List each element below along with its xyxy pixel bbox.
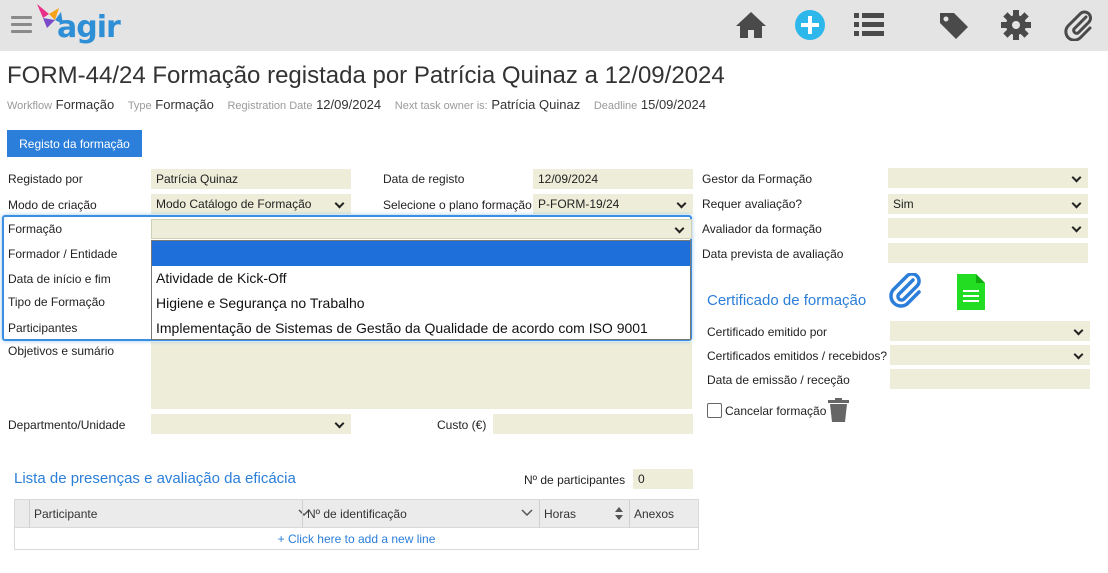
sort-icon — [615, 507, 623, 520]
chevron-down-icon — [521, 509, 533, 517]
document-icon[interactable] — [957, 274, 985, 310]
custo-label: Custo (€) — [437, 418, 487, 432]
num-participantes-label: Nº de participantes — [524, 473, 626, 487]
table-header: Participante Nº de identificação Horas A… — [15, 500, 698, 528]
top-bar: agir — [0, 0, 1108, 51]
requer-avaliacao-label: Requer avaliação? — [702, 197, 803, 211]
regdate-value: 12/09/2024 — [316, 97, 382, 112]
formacao-option[interactable] — [152, 241, 690, 266]
cancelar-formacao-label: Cancelar formação — [725, 404, 827, 418]
formacao-options-list: Atividade de Kick-Off Higiene e Seguranç… — [151, 240, 691, 340]
modo-criacao-select[interactable]: Modo Catálogo de Formação — [151, 194, 351, 214]
data-prevista-field[interactable] — [888, 243, 1088, 263]
data-registo-field[interactable]: 12/09/2024 — [533, 169, 693, 189]
objetivos-label: Objetivos e sumário — [8, 344, 115, 358]
requer-avaliacao-select[interactable]: Sim — [888, 194, 1088, 214]
data-prevista-label: Data prevista de avaliação — [702, 247, 844, 261]
certificados-emitidos-select[interactable] — [890, 345, 1090, 365]
presencas-title: Lista de presenças e avaliação da eficác… — [14, 470, 296, 487]
tab-registo-formacao[interactable]: Registo da formação — [7, 130, 142, 157]
data-emissao-field[interactable] — [890, 369, 1090, 389]
add-icon[interactable] — [793, 9, 827, 41]
deadline-label: Deadline — [593, 100, 638, 112]
paperclip-icon[interactable] — [1062, 9, 1096, 41]
paperclip-icon[interactable] — [887, 273, 923, 311]
home-icon[interactable] — [734, 9, 768, 41]
formacao-option[interactable]: Higiene e Segurança no Trabalho — [152, 291, 690, 316]
record-meta: Workflow Formação Type Formação Registra… — [7, 97, 716, 112]
data-registo-label: Data de registo — [383, 172, 465, 186]
formacao-option[interactable]: Atividade de Kick-Off — [152, 266, 690, 291]
registado-por-label: Registado por — [8, 172, 83, 186]
plano-formacao-label: Selecione o plano formação — [383, 198, 532, 212]
type-value: Formação — [155, 97, 214, 112]
custo-field[interactable] — [493, 414, 693, 434]
formacao-select[interactable] — [151, 219, 692, 239]
formacao-option[interactable]: Implementação de Sistemas de Gestão da Q… — [152, 316, 690, 341]
add-new-line-link[interactable]: + Click here to add a new line — [15, 528, 698, 550]
app-logo[interactable]: agir — [37, 4, 127, 46]
workflow-label: Workflow — [7, 100, 53, 112]
type-label: Type — [127, 100, 152, 112]
avaliador-label: Avaliador da formação — [702, 222, 822, 236]
logo-text: agir — [57, 10, 121, 45]
modo-criacao-label: Modo de criação — [8, 198, 97, 212]
num-participantes-field[interactable]: 0 — [633, 469, 693, 489]
avaliador-select[interactable] — [888, 218, 1088, 238]
trash-icon[interactable] — [828, 398, 849, 422]
cancelar-formacao-checkbox[interactable] — [707, 403, 722, 418]
workflow-value: Formação — [55, 97, 115, 112]
certificado-emitido-select[interactable] — [890, 321, 1090, 341]
data-emissao-label: Data de emissão / receção — [707, 373, 850, 387]
menu-icon[interactable] — [11, 16, 32, 34]
gear-icon[interactable] — [999, 9, 1033, 41]
column-header-anexos[interactable]: Anexos — [629, 500, 699, 528]
list-icon[interactable] — [852, 9, 886, 41]
owner-value: Patrícia Quinaz — [491, 97, 581, 112]
deadline-value: 15/09/2024 — [640, 97, 706, 112]
certificados-emitidos-label: Certificados emitidos / recebidos? — [707, 349, 888, 363]
departamento-select[interactable] — [151, 414, 351, 434]
regdate-label: Registration Date — [227, 100, 313, 112]
column-header-horas[interactable]: Horas — [539, 500, 629, 528]
gestor-label: Gestor da Formação — [702, 172, 813, 186]
plano-formacao-select[interactable]: P-FORM-19/24 — [533, 194, 693, 214]
column-header-participante[interactable]: Participante — [29, 500, 316, 528]
page-title: FORM-44/24 Formação registada por Patríc… — [7, 62, 725, 89]
gestor-select[interactable] — [888, 168, 1088, 188]
tags-icon[interactable] — [938, 9, 972, 41]
column-header-identificacao[interactable]: Nº de identificação — [302, 500, 539, 528]
certificado-emitido-label: Certificado emitido por — [707, 325, 828, 339]
departamento-label: Departmento/Unidade — [8, 418, 126, 432]
registado-por-field[interactable]: Patrícia Quinaz — [151, 169, 351, 189]
presencas-table: Participante Nº de identificação Horas A… — [14, 499, 699, 550]
owner-label: Next task owner is: — [394, 100, 488, 112]
certificado-title: Certificado de formação — [707, 292, 867, 309]
objetivos-textarea[interactable] — [151, 342, 692, 409]
